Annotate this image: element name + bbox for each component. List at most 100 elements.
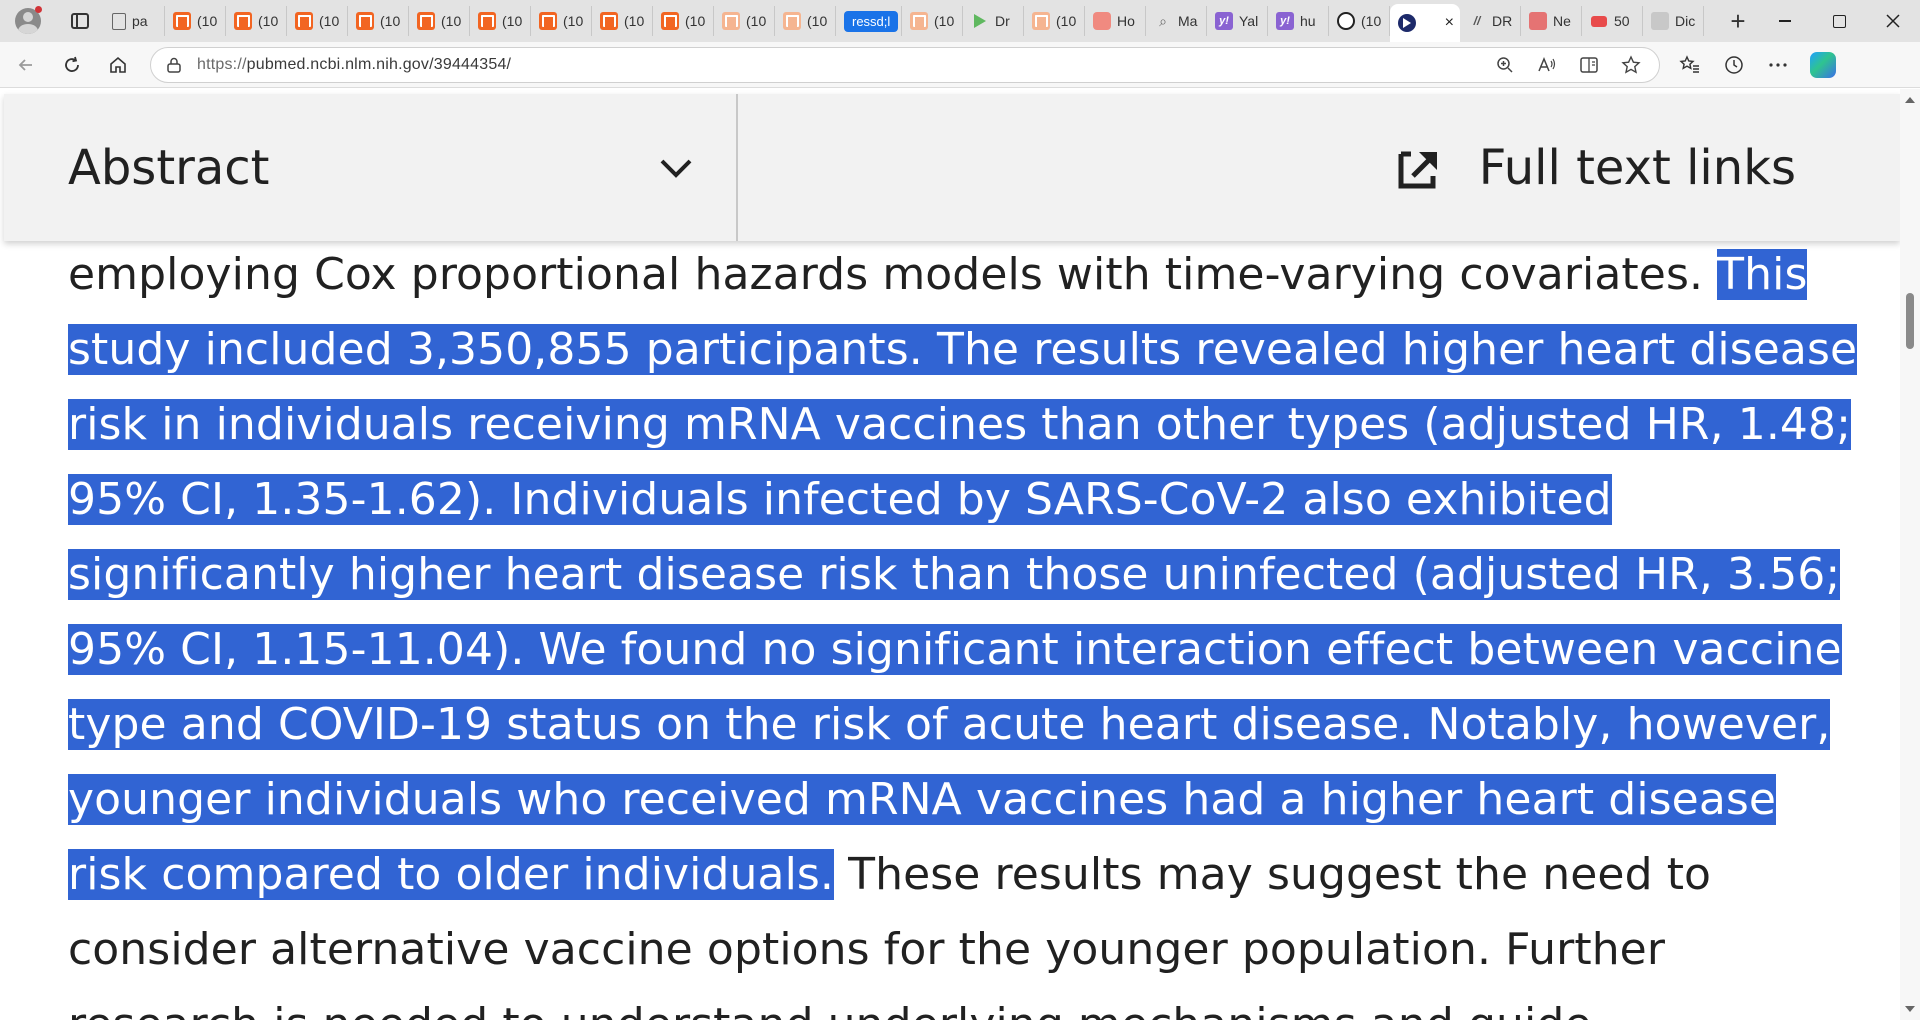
browser-tab[interactable]: 50 [1582,6,1643,36]
browser-tab[interactable]: (10 [775,6,836,36]
tab-title: (10 [624,13,645,29]
browser-tab[interactable]: Ho [1085,6,1146,36]
browser-tab[interactable]: (10 [531,6,592,36]
history-icon[interactable] [1722,53,1746,77]
browser-tab[interactable]: ressd;l [836,6,902,36]
url-text[interactable]: https://pubmed.ncbi.nlm.nih.gov/39444354… [197,56,511,74]
browser-tab[interactable]: (10 [653,6,714,36]
abstract-text-segment: consider alternative vaccine options for… [68,924,1666,975]
document-icon [112,12,126,30]
vertical-scrollbar[interactable] [1900,89,1920,1020]
tab-title: (10 [934,13,955,29]
selected-text: This [1717,249,1808,300]
address-bar[interactable]: https://pubmed.ncbi.nlm.nih.gov/39444354… [150,46,1660,83]
full-text-links-button[interactable]: Full text links [738,94,1900,241]
browser-tab[interactable]: y! hu [1268,6,1329,36]
back-button[interactable] [6,45,46,85]
tab-title: (10 [441,13,462,29]
selected-text: type and COVID-19 status on the risk of … [68,699,1831,750]
browser-tab[interactable]: y! Yal [1207,6,1268,36]
scrollbar-thumb[interactable] [1906,293,1914,349]
substack-icon [539,12,557,30]
tab-title: Dr [995,13,1010,29]
tab-title: (10 [258,13,279,29]
tab-title: (10 [319,13,340,29]
more-menu-icon[interactable] [1766,53,1790,77]
abstract-line: research is needed to understand underly… [68,987,1848,1020]
browser-tab[interactable]: Dic [1643,6,1704,36]
close-window-button[interactable] [1866,0,1920,42]
browser-tab[interactable]: (10 [1024,6,1085,36]
zoom-icon[interactable] [1495,55,1515,75]
browser-tab[interactable]: (10 [470,6,531,36]
browser-tab[interactable]: (10 [592,6,653,36]
substack-icon [234,12,252,30]
tab-title: (10 [563,13,584,29]
browser-tab[interactable]: (10 [287,6,348,36]
browser-tab[interactable]: (10 [1329,6,1390,36]
tab-actions-icon [71,13,89,29]
site-info-icon[interactable] [165,56,183,74]
tab-title: Ma [1178,13,1198,29]
r-icon [1529,12,1547,30]
yahoo-icon: y! [1215,12,1233,30]
substack-icon [417,12,435,30]
scroll-down-arrow-icon[interactable] [1905,1006,1915,1012]
section-selector[interactable]: Abstract [4,94,738,241]
tab-title: (10 [807,13,828,29]
abstract-line: type and COVID-19 status on the risk of … [68,687,1848,762]
tab-title: 50 [1614,13,1630,29]
browser-tab[interactable]: Dr [963,6,1024,36]
scroll-up-arrow-icon[interactable] [1905,97,1915,103]
browser-tab[interactable]: (10 [348,6,409,36]
abstract-text-segment: employing Cox proportional hazards model… [68,249,1718,300]
abstract-line: study included 3,350,855 participants. T… [68,312,1858,387]
abstract-text: employing Cox proportional hazards model… [68,237,1858,1020]
url-host: pubmed.ncbi.nlm.nih.gov [246,55,430,73]
new-tab-button[interactable]: + [1718,0,1758,42]
substack-icon [173,12,191,30]
substack-icon [295,12,313,30]
copilot-icon[interactable] [1810,51,1836,78]
home-button[interactable] [98,45,138,85]
arrow-icon [1398,14,1416,32]
tab-title: ressd;l [844,10,899,32]
selected-text: risk compared to older individuals. [68,849,835,900]
browser-tab[interactable]: // DR [1460,6,1521,36]
favorites-icon[interactable] [1678,53,1702,77]
browser-tab[interactable]: pa [104,6,165,36]
url-scheme: https:// [197,55,247,73]
youtube-icon [1590,12,1608,30]
favorite-star-icon[interactable] [1621,54,1641,75]
browser-tab[interactable]: (10 [714,6,775,36]
url-path: /39444354/ [429,55,512,73]
browser-tab[interactable]: × [1390,4,1460,42]
browser-tab[interactable]: (10 [165,6,226,36]
abstract-line: employing Cox proportional hazards model… [68,237,1848,312]
tab-title: hu [1300,13,1316,29]
substack-icon [600,12,618,30]
full-text-links-label: Full text links [1478,139,1796,196]
browser-tab[interactable]: Ne [1521,6,1582,36]
tab-title: (10 [197,13,218,29]
substack-icon [478,12,496,30]
maximize-button[interactable] [1812,0,1866,42]
substack-icon [356,12,374,30]
tab-actions-button[interactable] [56,0,104,42]
tab-close-icon[interactable]: × [1445,14,1454,32]
profile-button[interactable] [0,0,56,42]
refresh-button[interactable] [52,45,92,85]
abstract-line: younger individuals who received mRNA va… [68,762,1848,837]
immersive-reader-icon[interactable] [1579,55,1599,75]
browser-tab[interactable]: ⌕ Ma [1146,6,1207,36]
minimize-button[interactable] [1758,0,1812,42]
tab-title: Ne [1553,13,1571,29]
selected-text: 95% CI, 1.35-1.62). Individuals infected… [68,474,1612,525]
tab-title: Ho [1117,13,1135,29]
page-viewport: Abstract Full text links employing Cox p… [0,89,1900,1020]
browser-tab[interactable]: (10 [902,6,963,36]
browser-tab[interactable]: (10 [226,6,287,36]
sticky-section-header: Abstract Full text links [4,94,1900,241]
browser-tab[interactable]: (10 [409,6,470,36]
read-aloud-icon[interactable] [1537,55,1557,75]
